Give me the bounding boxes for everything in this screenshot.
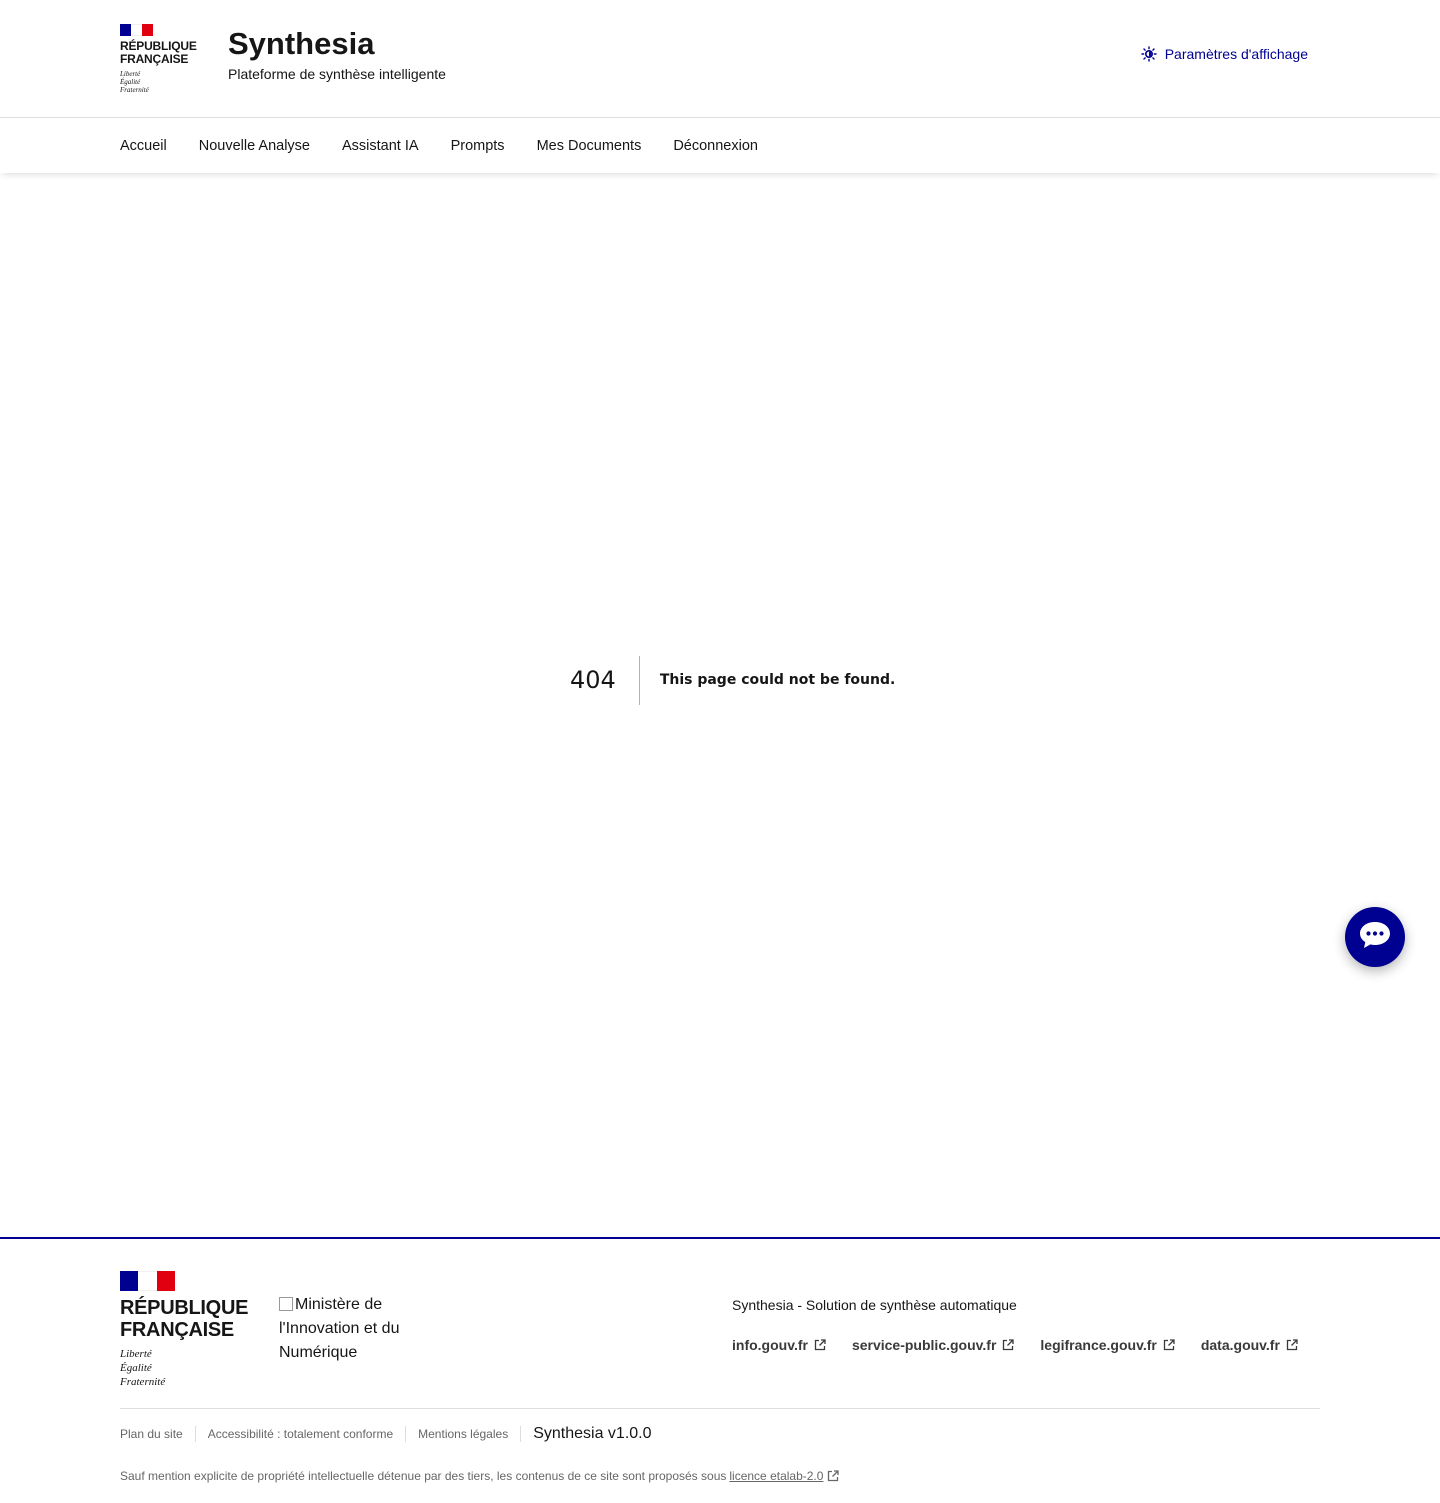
footer-republic-name-line-2: FRANÇAISE (120, 1319, 234, 1341)
footer-link-info-gouv[interactable]: info.gouv.fr (732, 1337, 826, 1353)
footer-external-links: info.gouv.fr service-public.gouv.fr legi… (732, 1337, 1324, 1353)
broken-image-icon (279, 1297, 293, 1311)
site-footer: RÉPUBLIQUE FRANÇAISE Liberté Égalité Fra… (0, 1237, 1440, 1503)
motto-fraternite: Fraternité (120, 86, 149, 94)
footer-link-label: data.gouv.fr (1200, 1337, 1280, 1353)
footer-link-label: service-public.gouv.fr (851, 1337, 997, 1353)
chat-assistant-button[interactable] (1345, 907, 1405, 967)
nav-item-nouvelle-analyse[interactable]: Nouvelle Analyse (199, 138, 310, 154)
footer-motto-egalite: Égalité (120, 1362, 152, 1374)
republic-motto: Liberté Égalité Fraternité (120, 70, 200, 94)
footer-license: Sauf mention explicite de propriété inte… (120, 1469, 840, 1483)
license-link-label: licence etalab-2.0 (729, 1469, 824, 1483)
service-branding[interactable]: Synthesia Plateforme de synthèse intelli… (228, 26, 446, 84)
footer-divider (120, 1408, 1320, 1409)
footer-link-service-public[interactable]: service-public.gouv.fr (851, 1337, 1015, 1353)
external-link-icon (1003, 1339, 1015, 1351)
motto-egalite: Égalité (120, 78, 141, 86)
display-settings-label: Paramètres d'affichage (1164, 46, 1308, 62)
app-version: Synthesia v1.0.0 (533, 1425, 652, 1442)
footer-bottom-links: Plan du site Accessibilité : totalement … (120, 1421, 652, 1447)
license-link[interactable]: licence etalab-2.0 (729, 1469, 840, 1483)
footer-link-accessibilite[interactable]: Accessibilité : totalement conforme (208, 1427, 393, 1441)
footer-separator (194, 1426, 196, 1442)
footer-link-label: info.gouv.fr (732, 1337, 808, 1353)
not-found-block: 404 This page could not be found. (560, 656, 895, 705)
footer-description: Synthesia - Solution de synthèse automat… (732, 1297, 1017, 1313)
nav-item-deconnexion[interactable]: Déconnexion (673, 138, 758, 154)
french-flag-icon (120, 1271, 175, 1291)
theme-sun-icon (1141, 46, 1157, 62)
main-navigation: Accueil Nouvelle Analyse Assistant IA Pr… (0, 118, 1440, 173)
nav-item-prompts[interactable]: Prompts (451, 138, 505, 154)
chat-bubble-icon (1358, 920, 1392, 955)
footer-link-legifrance[interactable]: legifrance.gouv.fr (1040, 1337, 1175, 1353)
external-link-icon (828, 1470, 840, 1482)
footer-republic-motto: Liberté Égalité Fraternité (120, 1347, 248, 1389)
external-link-icon (1163, 1339, 1175, 1351)
republic-name-line-2: FRANÇAISE (120, 52, 189, 66)
service-title[interactable]: Synthesia (228, 26, 446, 62)
motto-liberte: Liberté (120, 70, 141, 78)
ministry-logo-image: Ministère de l'Innovation et du Numériqu… (279, 1293, 449, 1365)
error-message: This page could not be found. (659, 672, 896, 688)
footer-link-plan-du-site[interactable]: Plan du site (120, 1427, 183, 1441)
nav-item-assistant-ia[interactable]: Assistant IA (342, 138, 419, 154)
footer-link-label: legifrance.gouv.fr (1040, 1337, 1157, 1353)
external-link-icon (814, 1339, 826, 1351)
french-flag-icon (120, 24, 153, 36)
footer-republique-francaise-logo[interactable]: RÉPUBLIQUE FRANÇAISE Liberté Égalité Fra… (120, 1271, 248, 1389)
site-header: RÉPUBLIQUE FRANÇAISE Liberté Égalité Fra… (0, 0, 1440, 118)
republic-name: RÉPUBLIQUE FRANÇAISE (120, 40, 200, 66)
footer-link-data-gouv[interactable]: data.gouv.fr (1201, 1337, 1298, 1353)
footer-separator (405, 1426, 407, 1442)
display-settings-button[interactable]: Paramètres d'affichage (1141, 46, 1308, 62)
footer-republic-name-line-1: RÉPUBLIQUE (120, 1297, 249, 1319)
footer-link-mentions-legales[interactable]: Mentions légales (418, 1427, 508, 1441)
nav-item-accueil[interactable]: Accueil (120, 138, 167, 154)
footer-motto-liberte: Liberté (120, 1348, 152, 1360)
republique-francaise-logo[interactable]: RÉPUBLIQUE FRANÇAISE Liberté Égalité Fra… (120, 24, 200, 94)
license-text: Sauf mention explicite de propriété inte… (120, 1469, 727, 1483)
nav-item-mes-documents[interactable]: Mes Documents (537, 138, 642, 154)
ministry-logo-alt-text: Ministère de l'Innovation et du Numériqu… (279, 1296, 400, 1361)
footer-republic-name: RÉPUBLIQUE FRANÇAISE (120, 1297, 248, 1341)
service-tagline: Plateforme de synthèse intelligente (228, 66, 446, 82)
footer-separator (520, 1426, 522, 1442)
external-link-icon (1286, 1339, 1298, 1351)
footer-motto-fraternite: Fraternité (120, 1376, 166, 1388)
error-code: 404 (560, 656, 640, 705)
